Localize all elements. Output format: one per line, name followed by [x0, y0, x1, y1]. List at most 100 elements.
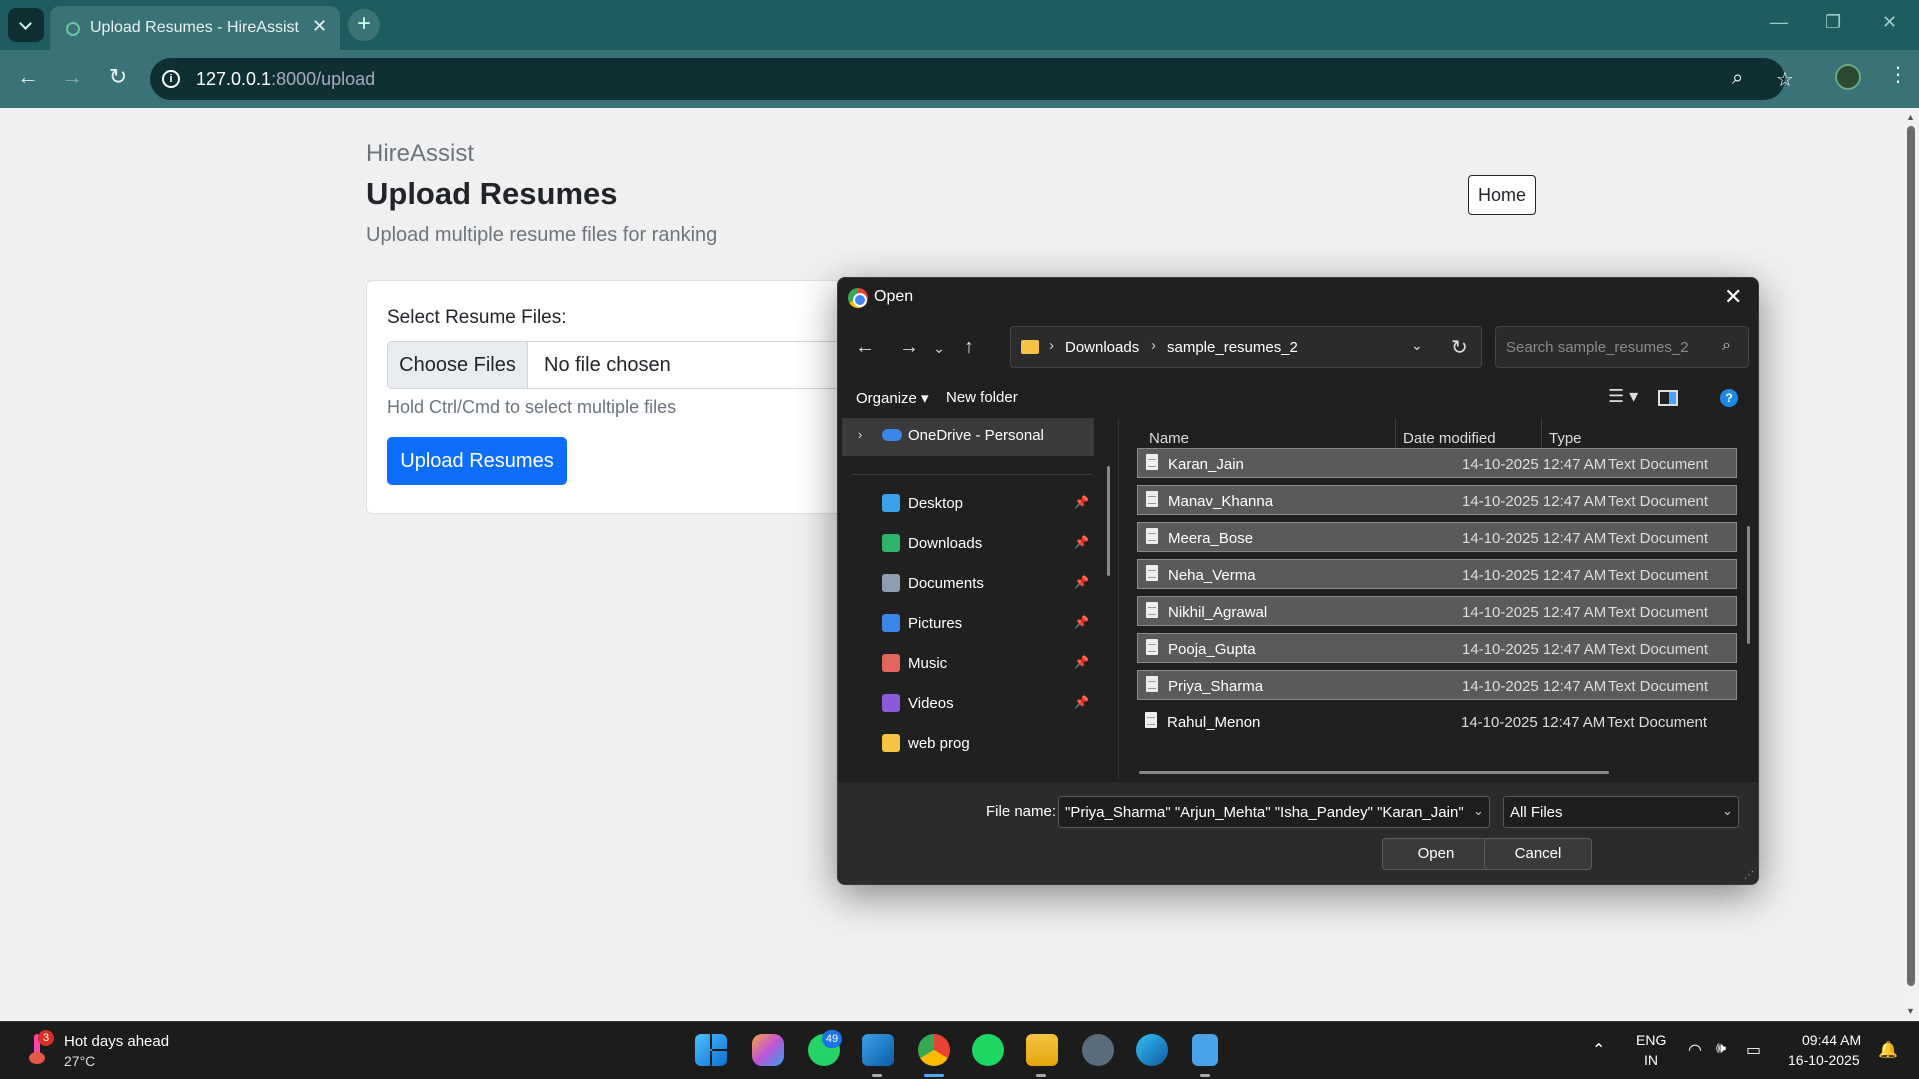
address-bar[interactable]: i 127.0.0.1:8000/upload ⌕ ☆ — [150, 58, 1794, 100]
file-type-select[interactable]: All Files ⌄ — [1503, 796, 1739, 828]
breadcrumb-downloads[interactable]: Downloads — [1065, 339, 1139, 356]
tray-overflow-icon[interactable]: ⌃ — [1592, 1040, 1605, 1060]
windows-start-icon[interactable] — [695, 1034, 727, 1066]
nav-item-web-prog[interactable]: web prog — [842, 726, 1094, 762]
settings-gear-icon[interactable] — [1082, 1034, 1114, 1066]
tab-search-button[interactable] — [8, 8, 44, 42]
tab-close-icon[interactable]: ✕ — [312, 16, 327, 37]
file-name-input[interactable]: "Priya_Sharma" "Arjun_Mehta" "Isha_Pande… — [1058, 796, 1490, 828]
up-folder-icon[interactable]: ↑ — [956, 336, 982, 359]
nav-item-documents[interactable]: Documents 📌 — [842, 566, 1094, 602]
dialog-back-icon[interactable]: ← — [852, 336, 878, 359]
help-icon[interactable]: ? — [1720, 389, 1738, 407]
file-row[interactable]: Rahul_Menon 14-10-2025 12:47 AM Text Docum… — [1137, 707, 1737, 737]
forward-icon[interactable]: → — [58, 64, 86, 90]
page-scrollbar[interactable]: ▲ ▼ — [1903, 108, 1919, 1021]
copilot-icon[interactable] — [752, 1034, 784, 1066]
file-input[interactable]: Choose Files No file chosen — [387, 341, 867, 389]
edge-icon[interactable] — [1136, 1034, 1168, 1066]
nav-item-videos[interactable]: Videos 📌 — [842, 686, 1094, 722]
browser-toolbar: ← → ↻ i 127.0.0.1:8000/upload ⌕ ☆ ⋮ — [0, 50, 1919, 108]
active-indicator — [924, 1074, 944, 1077]
nav-item-music[interactable]: Music 📌 — [842, 646, 1094, 682]
dialog-address-bar[interactable]: › Downloads › sample_resumes_2 ⌄ ↻ — [1010, 326, 1482, 368]
tab-title: Upload Resumes - HireAssist — [90, 19, 299, 36]
file-type-dropdown-icon[interactable]: ⌄ — [1722, 803, 1733, 819]
nav-item-desktop[interactable]: Desktop 📌 — [842, 486, 1094, 522]
address-dropdown-icon[interactable]: ⌄ — [1411, 337, 1423, 354]
file-name-dropdown-icon[interactable]: ⌄ — [1473, 803, 1484, 819]
nav-item-downloads[interactable]: Downloads 📌 — [842, 526, 1094, 562]
file-date-cell: 14-10-2025 12:47 AM — [1461, 714, 1606, 731]
notifications-icon[interactable]: 🔔 — [1878, 1040, 1898, 1060]
running-indicator — [872, 1074, 882, 1077]
scroll-down-icon[interactable]: ▼ — [1906, 1006, 1915, 1016]
nav-item-onedrive[interactable]: › OneDrive - Personal — [842, 418, 1094, 456]
file-row[interactable]: Neha_Verma 14-10-2025 12:47 AM Text Docume… — [1137, 559, 1737, 589]
site-info-icon[interactable]: i — [162, 70, 180, 88]
column-type-header[interactable]: Type — [1549, 430, 1582, 447]
file-explorer-icon[interactable] — [1026, 1034, 1058, 1066]
new-tab-button[interactable]: + — [348, 9, 380, 41]
dialog-search-input[interactable]: Search sample_resumes_2 ⌕ — [1495, 326, 1749, 368]
file-row[interactable]: Manav_Khanna 14-10-2025 12:47 AM Text Docu… — [1137, 485, 1737, 515]
language-indicator[interactable]: ENG — [1636, 1032, 1666, 1048]
clock-time[interactable]: 09:44 AM — [1802, 1032, 1861, 1048]
file-name-cell: Neha_Verma — [1168, 567, 1256, 584]
minimize-icon[interactable]: — — [1770, 12, 1788, 33]
home-button[interactable]: Home — [1468, 175, 1536, 215]
preview-pane-icon[interactable] — [1658, 390, 1678, 406]
window-close-icon[interactable]: ✕ — [1882, 12, 1897, 33]
search-icon[interactable]: ⌕ — [1722, 337, 1731, 355]
profile-avatar[interactable] — [1835, 64, 1861, 90]
nav-item-pictures[interactable]: Pictures 📌 — [842, 606, 1094, 642]
vscode-icon[interactable] — [862, 1034, 894, 1066]
dialog-titlebar: Open ✕ — [838, 278, 1758, 318]
file-name-cell: Priya_Sharma — [1168, 678, 1264, 695]
wifi-icon[interactable]: ◠ — [1688, 1040, 1702, 1060]
new-folder-button[interactable]: New folder — [946, 389, 1018, 406]
refresh-icon[interactable]: ↻ — [1451, 335, 1468, 360]
back-icon[interactable]: ← — [14, 64, 42, 90]
file-row[interactable]: Karan_Jain 14-10-2025 12:47 AM Text Docume… — [1137, 448, 1737, 478]
url-text: 127.0.0.1:8000/upload — [196, 69, 376, 89]
open-button[interactable]: Open — [1382, 838, 1490, 870]
upload-resumes-button[interactable]: Upload Resumes — [387, 437, 567, 485]
choose-files-button[interactable]: Choose Files — [388, 342, 528, 388]
zoom-icon[interactable]: ⌕ — [1732, 67, 1743, 90]
file-list-pane: Name Date modified Type Karan_Jain 14-10-… — [1118, 418, 1754, 778]
dialog-close-icon[interactable]: ✕ — [1724, 284, 1742, 310]
nav-scrollbar[interactable] — [1107, 466, 1110, 576]
file-row[interactable]: Nikhil_Agrawal 14-10-2025 12:47 AM Text Do… — [1137, 596, 1737, 626]
organize-button[interactable]: Organize ▾ — [856, 389, 929, 407]
cancel-button[interactable]: Cancel — [1484, 838, 1592, 870]
view-options-icon[interactable]: ☰ ▾ — [1608, 386, 1638, 407]
battery-icon[interactable]: ▭ — [1746, 1040, 1761, 1060]
browser-tab[interactable]: Upload Resumes - HireAssist ✕ — [50, 6, 340, 50]
recent-locations-icon[interactable]: ⌄ — [926, 340, 952, 357]
column-date-header[interactable]: Date modified — [1403, 430, 1496, 447]
resize-grip-icon[interactable]: ⋰ — [1744, 870, 1754, 881]
pin-icon: 📌 — [1074, 535, 1089, 549]
dialog-forward-icon[interactable]: → — [896, 336, 922, 359]
bookmark-star-icon[interactable]: ☆ — [1776, 67, 1794, 92]
file-list-vscroll[interactable] — [1747, 526, 1750, 644]
chrome-taskbar-icon[interactable] — [918, 1034, 950, 1066]
file-row[interactable]: Priya_Sharma 14-10-2025 12:47 AM Text Docu… — [1137, 670, 1737, 700]
notepad-icon[interactable] — [1192, 1034, 1218, 1066]
volume-icon[interactable]: 🕪 — [1716, 1040, 1726, 1058]
file-type-cell: Text Document — [1607, 714, 1708, 731]
column-name-header[interactable]: Name — [1149, 430, 1189, 447]
restore-icon[interactable]: ❐ — [1825, 12, 1841, 33]
scroll-thumb[interactable] — [1907, 126, 1915, 986]
file-row[interactable]: Meera_Bose 14-10-2025 12:47 AM Text Docume… — [1137, 522, 1737, 552]
expand-caret-icon[interactable]: › — [858, 427, 862, 442]
reload-icon[interactable]: ↻ — [104, 64, 132, 90]
breadcrumb-folder[interactable]: sample_resumes_2 — [1167, 339, 1298, 356]
spotify-icon[interactable] — [972, 1034, 1004, 1066]
file-row[interactable]: Pooja_Gupta 14-10-2025 12:47 AM Text Docum… — [1137, 633, 1737, 663]
file-list-hscroll[interactable] — [1139, 771, 1609, 774]
clock-date[interactable]: 16-10-2025 — [1788, 1052, 1860, 1068]
scroll-up-icon[interactable]: ▲ — [1906, 112, 1915, 122]
browser-menu-icon[interactable]: ⋮ — [1888, 62, 1908, 87]
